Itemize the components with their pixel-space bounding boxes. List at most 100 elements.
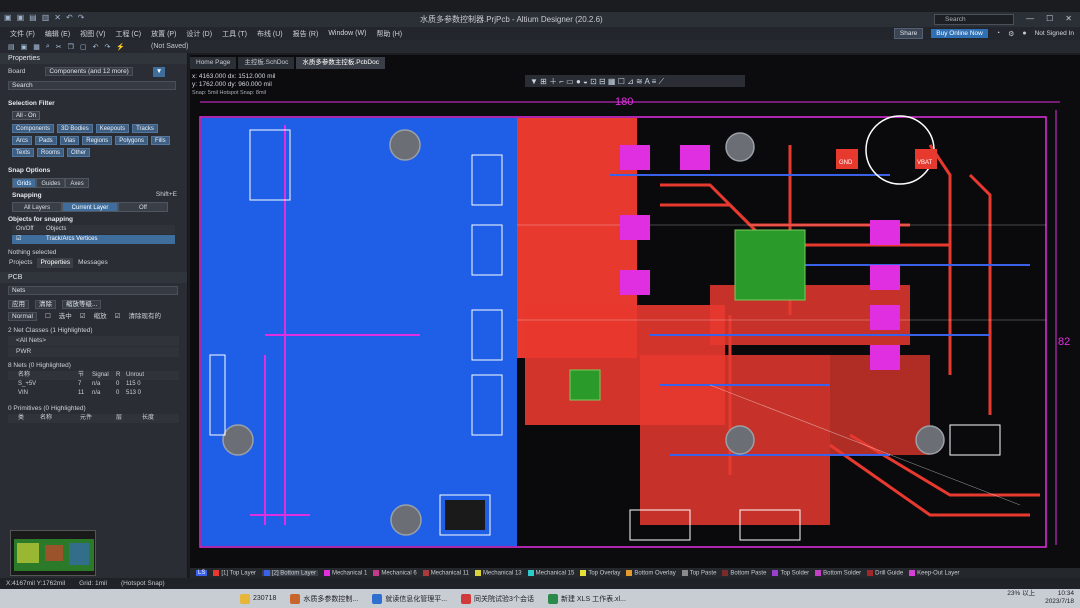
settings-gear-icon[interactable]: ⚙: [1008, 30, 1014, 38]
taskbar-item-browser[interactable]: 就读信息化管理平...: [372, 593, 447, 604]
zoom-icon[interactable]: ⌕: [46, 43, 50, 51]
snap-current-layer[interactable]: Current Layer: [62, 202, 118, 212]
table-row[interactable]: VIN 11 n/a 0 513 0: [8, 389, 179, 398]
layer-tab[interactable]: Bottom Overlay: [626, 569, 676, 576]
layer-tab[interactable]: Top Paste: [681, 569, 716, 576]
filter-fills[interactable]: Fills: [150, 136, 170, 145]
tab-schematic[interactable]: 主控板.SchDoc: [238, 57, 295, 69]
layer-tab[interactable]: [1] Top Layer: [213, 569, 256, 576]
share-button[interactable]: Share: [893, 28, 924, 39]
redo-icon[interactable]: ↷: [78, 13, 85, 22]
save-icon[interactable]: ▣: [4, 13, 12, 22]
layer-tab[interactable]: Keep-Out Layer: [909, 569, 960, 576]
open-folder-icon[interactable]: ▤: [8, 43, 15, 51]
clear-button[interactable]: 清除: [35, 300, 56, 309]
cross-probe-icon[interactable]: ⚡: [116, 43, 125, 51]
filter-arcs[interactable]: Arcs: [12, 136, 32, 145]
taskbar-item-excel[interactable]: 新建 XLS 工作表.xl...: [547, 593, 626, 604]
all-nets-item[interactable]: <All Nets>: [8, 336, 179, 346]
weather-widget[interactable]: 23% 以上: [1007, 590, 1035, 606]
clock-time[interactable]: 10:34: [1045, 590, 1074, 598]
tab-messages[interactable]: Messages: [75, 258, 111, 268]
panel-search-input[interactable]: Search: [8, 81, 176, 90]
account-icon[interactable]: ●: [1022, 30, 1026, 37]
cut-icon[interactable]: ✂: [56, 43, 62, 51]
print-icon[interactable]: ▦: [33, 43, 40, 51]
notifications-icon[interactable]: ◔: [996, 30, 1000, 37]
save-icon[interactable]: ▣: [21, 43, 28, 51]
snap-guides-button[interactable]: Guides: [36, 178, 66, 188]
taskbar-item-folder[interactable]: 230718: [240, 593, 276, 604]
snap-all-layers[interactable]: All Layers: [12, 202, 62, 212]
layer-tab[interactable]: Top Solder: [772, 569, 809, 576]
menu-reports[interactable]: 报告 (R): [293, 29, 319, 39]
filter-regions[interactable]: Regions: [82, 136, 113, 145]
menu-place[interactable]: 放置 (P): [151, 29, 176, 39]
layer-tab[interactable]: Mechanical 13: [474, 569, 522, 576]
filter-pads[interactable]: Pads: [35, 136, 57, 145]
zoom-checkbox[interactable]: ☑: [80, 312, 86, 322]
close-icon[interactable]: ✕: [1065, 14, 1072, 23]
layer-tab[interactable]: Mechanical 1: [323, 569, 367, 576]
copy-icon[interactable]: ❐: [68, 43, 74, 51]
clear-existing-checkbox[interactable]: ☑: [115, 312, 121, 322]
buy-online-button[interactable]: Buy Online Now: [931, 29, 988, 38]
paste-icon[interactable]: ▢: [80, 43, 87, 51]
menu-tools[interactable]: 工具 (T): [222, 29, 247, 39]
taskbar-item-meeting[interactable]: 同关院试验3个会话: [461, 593, 534, 604]
pcb-canvas[interactable]: 180 82 GND VBAT ▼ ⊞ ＋ ⌐ ▭ ● ◒ ⊡ ⊟ ▦ ☐ ⊿ …: [190, 55, 1080, 568]
active-bar-icons[interactable]: ▼ ⊞ ＋ ⌐ ▭ ● ◒ ⊡ ⊟ ▦ ☐ ⊿ ≋ A ≡ ⟋: [530, 77, 665, 86]
layer-tab[interactable]: [2] Bottom Layer: [261, 569, 318, 577]
layer-tab[interactable]: Bottom Solder: [815, 569, 861, 576]
filter-other[interactable]: Other: [67, 148, 91, 157]
menu-project[interactable]: 工程 (C): [115, 29, 141, 39]
layer-tab[interactable]: Drill Guide: [867, 569, 903, 576]
search-input[interactable]: Search: [934, 14, 1014, 25]
snap-checkbox[interactable]: ☑: [16, 235, 46, 244]
filter-components[interactable]: Components: [12, 124, 55, 133]
undo-icon[interactable]: ↶: [93, 43, 99, 51]
tab-home-page[interactable]: Home Page: [190, 57, 237, 69]
clock-date[interactable]: 2023/7/18: [1045, 598, 1074, 606]
layer-set-icon[interactable]: LS: [196, 570, 208, 576]
layer-tab[interactable]: Mechanical 15: [527, 569, 574, 576]
menu-design[interactable]: 设计 (D): [186, 29, 212, 39]
save-as-icon[interactable]: ▥: [42, 13, 50, 22]
layer-tab[interactable]: Top Overlay: [580, 569, 620, 576]
layer-tab[interactable]: Bottom Paste: [722, 569, 766, 576]
tab-projects[interactable]: Projects: [6, 258, 35, 268]
filter-rooms[interactable]: Rooms: [37, 148, 65, 157]
minimize-icon[interactable]: —: [1026, 14, 1034, 23]
board-preview-thumbnail[interactable]: [10, 530, 96, 576]
menu-file[interactable]: 文件 (F): [10, 29, 35, 39]
pcb-layout[interactable]: 180 82 GND VBAT ▼ ⊞ ＋ ⌐ ▭ ● ◒ ⊡ ⊟ ▦ ☐ ⊿ …: [190, 55, 1080, 568]
snap-object-item[interactable]: Track/Arcs Vertices: [46, 235, 97, 244]
table-row[interactable]: S_+5V 7 n/a 0 115 0: [8, 380, 179, 389]
filter-polygons[interactable]: Polygons: [115, 136, 148, 145]
taskbar-item-altium[interactable]: 水质多参数控制...: [290, 593, 358, 604]
filter-texts[interactable]: Texts: [12, 148, 35, 157]
filter-icon[interactable]: ▼: [152, 67, 166, 77]
redo-icon[interactable]: ↷: [104, 43, 110, 51]
apply-button[interactable]: 应用: [8, 300, 29, 309]
select-checkbox[interactable]: ☐: [45, 312, 51, 322]
undo-icon[interactable]: ↶: [66, 13, 73, 22]
snap-axes-button[interactable]: Axes: [65, 178, 89, 188]
mask-mode-dropdown[interactable]: Normal: [8, 312, 37, 321]
save-all-icon[interactable]: ▣: [17, 13, 25, 22]
components-dropdown[interactable]: Components (and 12 more): [45, 67, 133, 76]
filter-keepouts[interactable]: Keepouts: [95, 124, 130, 133]
layer-tab[interactable]: Mechanical 11: [422, 569, 469, 576]
nets-dropdown[interactable]: Nets: [8, 286, 178, 295]
layer-tab[interactable]: Mechanical 6: [373, 569, 417, 576]
pwr-class-item[interactable]: PWR: [8, 347, 179, 357]
menu-window[interactable]: Window (W): [328, 30, 366, 37]
filter-vias[interactable]: Vias: [59, 136, 80, 145]
maximize-icon[interactable]: ☐: [1046, 14, 1053, 23]
menu-edit[interactable]: 编辑 (E): [45, 29, 70, 39]
zoom-level-button[interactable]: 缩放等级...: [62, 300, 102, 309]
menu-help[interactable]: 帮助 (H): [376, 29, 402, 39]
filter-3d-bodies[interactable]: 3D Bodies: [57, 124, 93, 133]
menu-route[interactable]: 布线 (U): [257, 29, 283, 39]
all-on-button[interactable]: All - On: [12, 111, 41, 120]
